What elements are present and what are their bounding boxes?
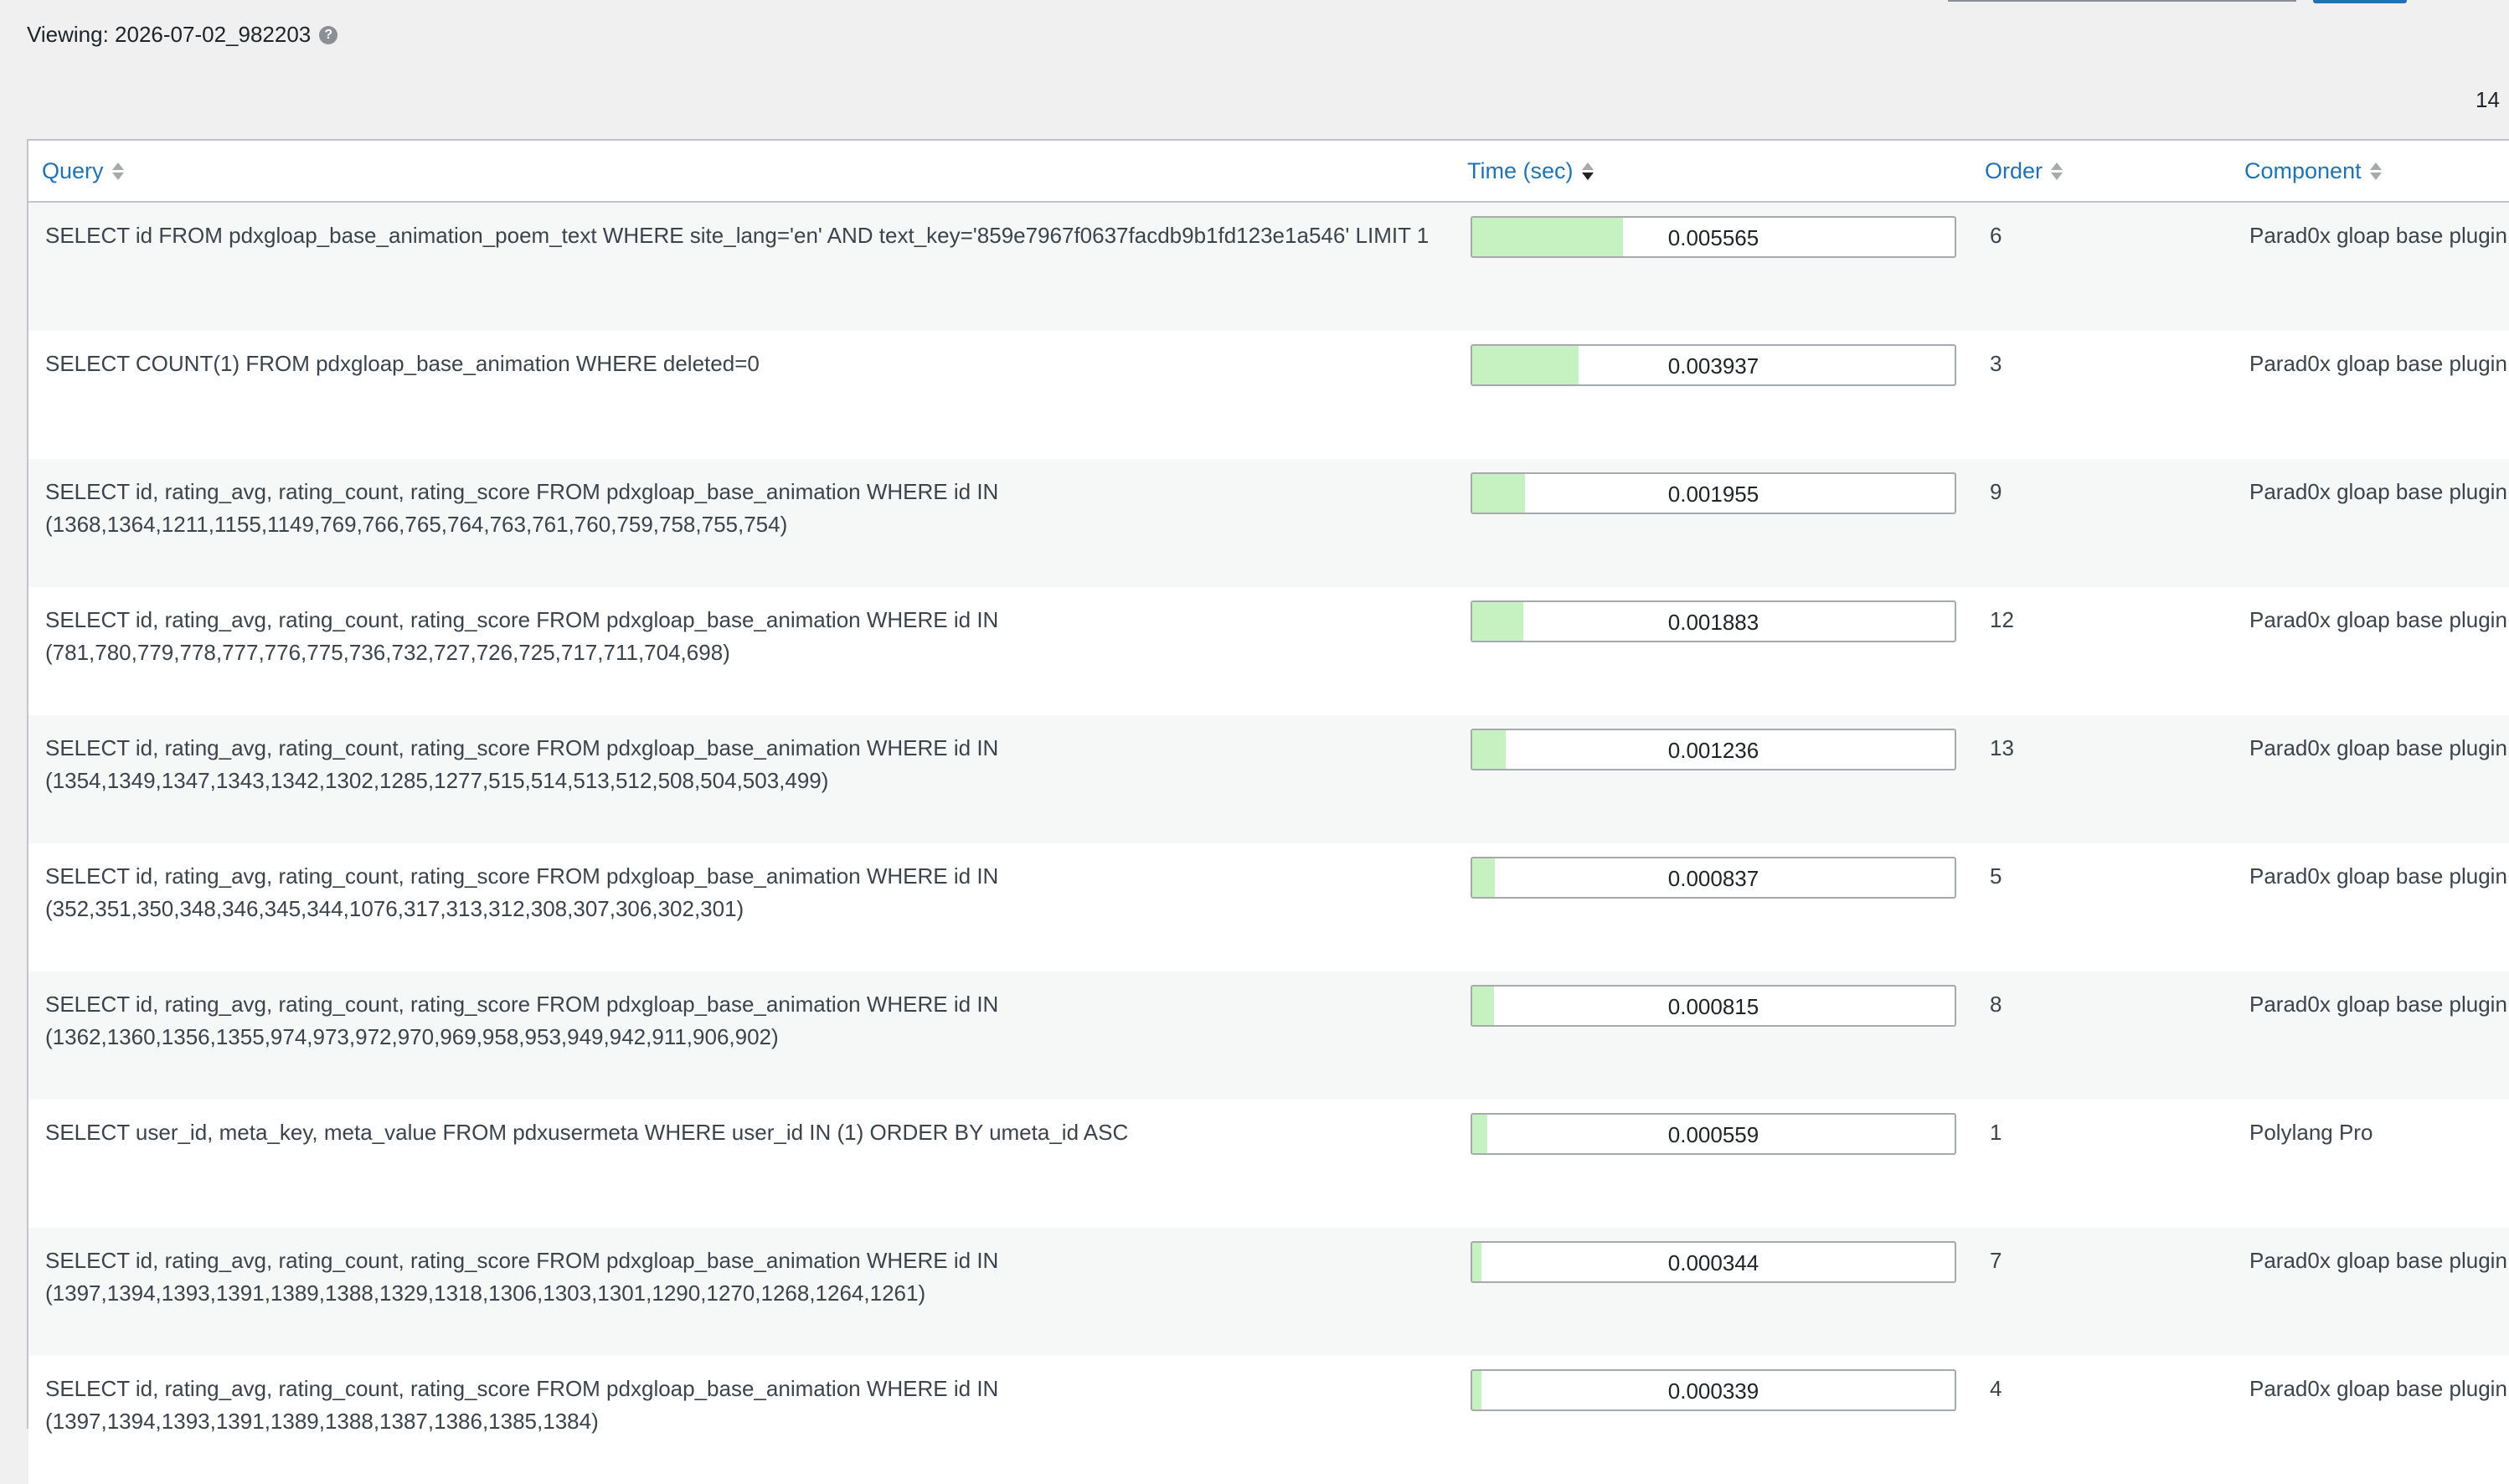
order-value: 7 xyxy=(1990,1248,2002,1273)
query-text: SELECT id, rating_avg, rating_count, rat… xyxy=(45,479,999,537)
top-action-button[interactable] xyxy=(2313,0,2407,3)
query-text: SELECT user_id, meta_key, meta_value FRO… xyxy=(45,1120,1129,1145)
column-header-component-label: Component xyxy=(2244,157,2362,183)
table-row: SELECT id, rating_avg, rating_count, rat… xyxy=(28,1228,2509,1356)
time-value: 0.001955 xyxy=(1667,481,1759,507)
table-row: SELECT COUNT(1) FROM pdxgloap_base_anima… xyxy=(28,331,2509,459)
query-text: SELECT id, rating_avg, rating_count, rat… xyxy=(45,735,999,793)
column-header-time-label: Time (sec) xyxy=(1467,157,1574,183)
component-name: Parad0x gloap base plugin xyxy=(2249,479,2507,504)
component-name: Parad0x gloap base plugin xyxy=(2249,1376,2507,1401)
time-value: 0.000339 xyxy=(1667,1378,1759,1404)
component-name: Parad0x gloap base plugin xyxy=(2249,863,2507,889)
time-value: 0.001883 xyxy=(1667,609,1759,635)
time-value: 0.001236 xyxy=(1667,737,1759,763)
column-header-order-label: Order xyxy=(1985,157,2043,183)
query-text: SELECT id, rating_avg, rating_count, rat… xyxy=(45,863,999,921)
component-name: Parad0x gloap base plugin xyxy=(2249,992,2507,1017)
table-row: SELECT id, rating_avg, rating_count, rat… xyxy=(28,1356,2509,1484)
column-header-component[interactable]: Component xyxy=(2244,141,2382,201)
order-value: 1 xyxy=(1990,1120,2002,1145)
table-row: SELECT id, rating_avg, rating_count, rat… xyxy=(28,459,2509,587)
table-row: SELECT id, rating_avg, rating_count, rat… xyxy=(28,587,2509,715)
query-text: SELECT id, rating_avg, rating_count, rat… xyxy=(45,992,999,1049)
time-value: 0.000559 xyxy=(1667,1121,1759,1147)
order-value: 4 xyxy=(1990,1376,2002,1401)
order-value: 5 xyxy=(1990,863,2002,889)
sort-desc-icon xyxy=(1581,162,1594,180)
time-bar: 0.001236 xyxy=(1471,729,1956,770)
time-bar: 0.005565 xyxy=(1471,216,1956,258)
order-value: 9 xyxy=(1990,479,2002,504)
query-text: SELECT id, rating_avg, rating_count, rat… xyxy=(45,1248,999,1306)
viewing-label-wrap: Viewing: 2026-07-02_982203 ? xyxy=(27,22,338,48)
component-name: Polylang Pro xyxy=(2249,1120,2373,1145)
time-bar: 0.000559 xyxy=(1471,1113,1956,1155)
time-value: 0.000837 xyxy=(1667,865,1759,891)
order-value: 3 xyxy=(1990,351,2002,376)
viewing-label: Viewing: 2026-07-02_982203 xyxy=(27,22,312,47)
time-value: 0.000344 xyxy=(1667,1250,1759,1275)
question-circle-icon[interactable]: ? xyxy=(319,25,338,44)
component-name: Parad0x gloap base plugin xyxy=(2249,351,2507,376)
time-bar: 0.000815 xyxy=(1471,985,1956,1027)
order-value: 6 xyxy=(1990,223,2002,248)
table-row: SELECT id, rating_avg, rating_count, rat… xyxy=(28,843,2509,971)
column-header-order[interactable]: Order xyxy=(1985,141,2063,201)
order-value: 12 xyxy=(1990,607,2014,632)
sort-icon xyxy=(2369,162,2382,180)
time-bar: 0.001955 xyxy=(1471,472,1956,514)
component-name: Parad0x gloap base plugin xyxy=(2249,735,2507,760)
query-text: SELECT id FROM pdxgloap_base_animation_p… xyxy=(45,223,1430,248)
query-text: SELECT COUNT(1) FROM pdxgloap_base_anima… xyxy=(45,351,760,376)
table-row: SELECT id, rating_avg, rating_count, rat… xyxy=(28,971,2509,1100)
component-name: Parad0x gloap base plugin xyxy=(2249,223,2507,248)
table-row: SELECT id, rating_avg, rating_count, rat… xyxy=(28,715,2509,843)
top-search-input[interactable] xyxy=(1948,0,2296,2)
table-row: SELECT id FROM pdxgloap_base_animation_p… xyxy=(28,203,2509,331)
component-name: Parad0x gloap base plugin xyxy=(2249,607,2507,632)
time-bar: 0.000344 xyxy=(1471,1241,1956,1283)
time-bar: 0.000339 xyxy=(1471,1369,1956,1411)
order-value: 8 xyxy=(1990,992,2002,1017)
query-text: SELECT id, rating_avg, rating_count, rat… xyxy=(45,607,999,665)
sort-icon xyxy=(111,162,124,180)
table-header: Query Time (sec) Order Component xyxy=(28,141,2509,203)
time-value: 0.005565 xyxy=(1667,224,1759,250)
column-header-query-label: Query xyxy=(42,157,104,183)
sort-icon xyxy=(2051,162,2063,180)
column-header-query[interactable]: Query xyxy=(42,141,124,201)
table-row: SELECT user_id, meta_key, meta_value FRO… xyxy=(28,1100,2509,1228)
time-value: 0.000815 xyxy=(1667,993,1759,1019)
time-bar: 0.001883 xyxy=(1471,600,1956,642)
query-count: 14 xyxy=(2476,87,2500,112)
order-value: 13 xyxy=(1990,735,2014,760)
component-name: Parad0x gloap base plugin xyxy=(2249,1248,2507,1273)
time-bar: 0.000837 xyxy=(1471,857,1956,899)
time-value: 0.003937 xyxy=(1667,353,1759,379)
query-text: SELECT id, rating_avg, rating_count, rat… xyxy=(45,1376,999,1434)
time-bar: 0.003937 xyxy=(1471,344,1956,386)
column-header-time[interactable]: Time (sec) xyxy=(1467,141,1594,201)
queries-table: Query Time (sec) Order Component SELECT … xyxy=(27,139,2509,1484)
